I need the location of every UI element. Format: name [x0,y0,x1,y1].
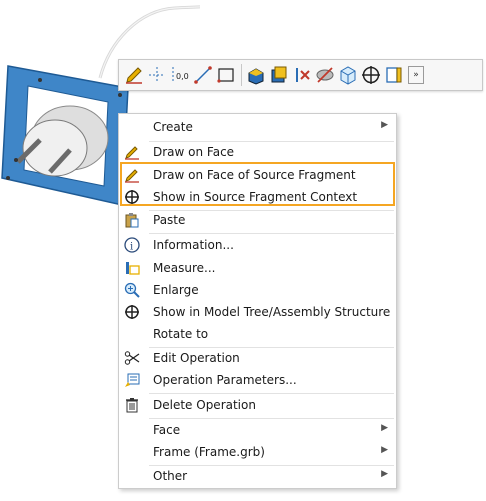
parameters-icon [124,372,140,388]
hide-icon[interactable] [314,64,335,86]
menu-item-paste[interactable]: Paste [119,209,396,231]
menu-item-show-in-source[interactable]: Show in Source Fragment Context [119,186,396,208]
dimension-icon[interactable]: 0,0 [169,64,190,86]
menu-item-label: Face [153,423,181,437]
zoom-icon [124,282,140,298]
face-select-icon[interactable] [268,64,289,86]
submenu-arrow-icon: ▶ [381,445,388,455]
menu-item-label: Edit Operation [153,351,240,365]
menu-item-label: Rotate to [153,327,209,341]
menu-item-label: Information... [153,238,234,252]
menu-item-enlarge[interactable]: Enlarge [119,279,396,301]
menu-item-rotate-to[interactable]: Rotate to [119,323,396,345]
menu-item-frame[interactable]: Frame (Frame.grb) ▶ [119,441,396,463]
menu-item-draw-on-face[interactable]: Draw on Face [119,141,396,163]
menu-item-edit-operation[interactable]: Edit Operation [119,347,396,369]
menu-item-show-in-model-tree[interactable]: Show in Model Tree/Assembly Structure [119,301,396,323]
menu-item-face[interactable]: Face ▶ [119,419,396,441]
line-segment-icon[interactable] [192,64,213,86]
draw-pencil-icon [124,167,140,183]
info-icon: i [124,237,140,253]
menu-item-label: Draw on Face of Source Fragment [153,168,356,182]
menu-item-label: Frame (Frame.grb) [153,445,265,459]
menu-item-information[interactable]: i Information... [119,234,396,256]
delete-x-icon[interactable] [291,64,312,86]
submenu-arrow-icon: ▶ [381,423,388,433]
menu-item-measure[interactable]: Measure... [119,257,396,279]
menu-item-delete-operation[interactable]: Delete Operation [119,394,396,416]
svg-text:0,0: 0,0 [176,72,189,81]
target-icon [124,304,140,320]
rectangle-icon[interactable] [215,64,236,86]
draw-pencil-icon[interactable] [123,64,144,86]
menu-item-label: Enlarge [153,283,199,297]
measure-icon [124,260,140,276]
more-icon[interactable]: » [408,66,424,84]
model-viewport[interactable]: 0,0 » Create ▶ Draw on Face Draw on Face… [0,0,486,501]
cube-view-icon[interactable] [337,64,358,86]
target-icon [124,189,140,205]
svg-text:i: i [130,242,133,253]
target-icon[interactable] [360,64,381,86]
submenu-arrow-icon: ▶ [381,120,388,130]
context-menu: Create ▶ Draw on Face Draw on Face of So… [118,113,397,489]
menu-item-label: Draw on Face [153,145,235,159]
context-toolbar: 0,0 » [118,59,483,91]
menu-item-label: Paste [153,213,186,227]
paste-icon [124,212,140,228]
menu-item-label: Create [153,120,193,134]
menu-item-operation-parameters[interactable]: Operation Parameters... [119,369,396,391]
measure-icon[interactable] [383,64,404,86]
crosshair-dashed-icon[interactable] [146,64,167,86]
menu-item-draw-on-face-source[interactable]: Draw on Face of Source Fragment [119,164,396,186]
toolbar-separator [241,64,242,86]
menu-item-other[interactable]: Other ▶ [119,465,396,487]
menu-item-create[interactable]: Create ▶ [119,116,396,138]
menu-item-label: Show in Source Fragment Context [153,190,358,204]
extrude-icon[interactable] [245,64,266,86]
submenu-arrow-icon: ▶ [381,469,388,479]
scissors-icon [124,350,140,366]
draw-pencil-icon [124,144,140,160]
menu-item-label: Other [153,469,188,483]
menu-item-label: Operation Parameters... [153,373,297,387]
menu-item-label: Delete Operation [153,398,256,412]
menu-item-label: Measure... [153,261,216,275]
trash-icon [124,397,140,413]
menu-item-label: Show in Model Tree/Assembly Structure [153,305,391,319]
